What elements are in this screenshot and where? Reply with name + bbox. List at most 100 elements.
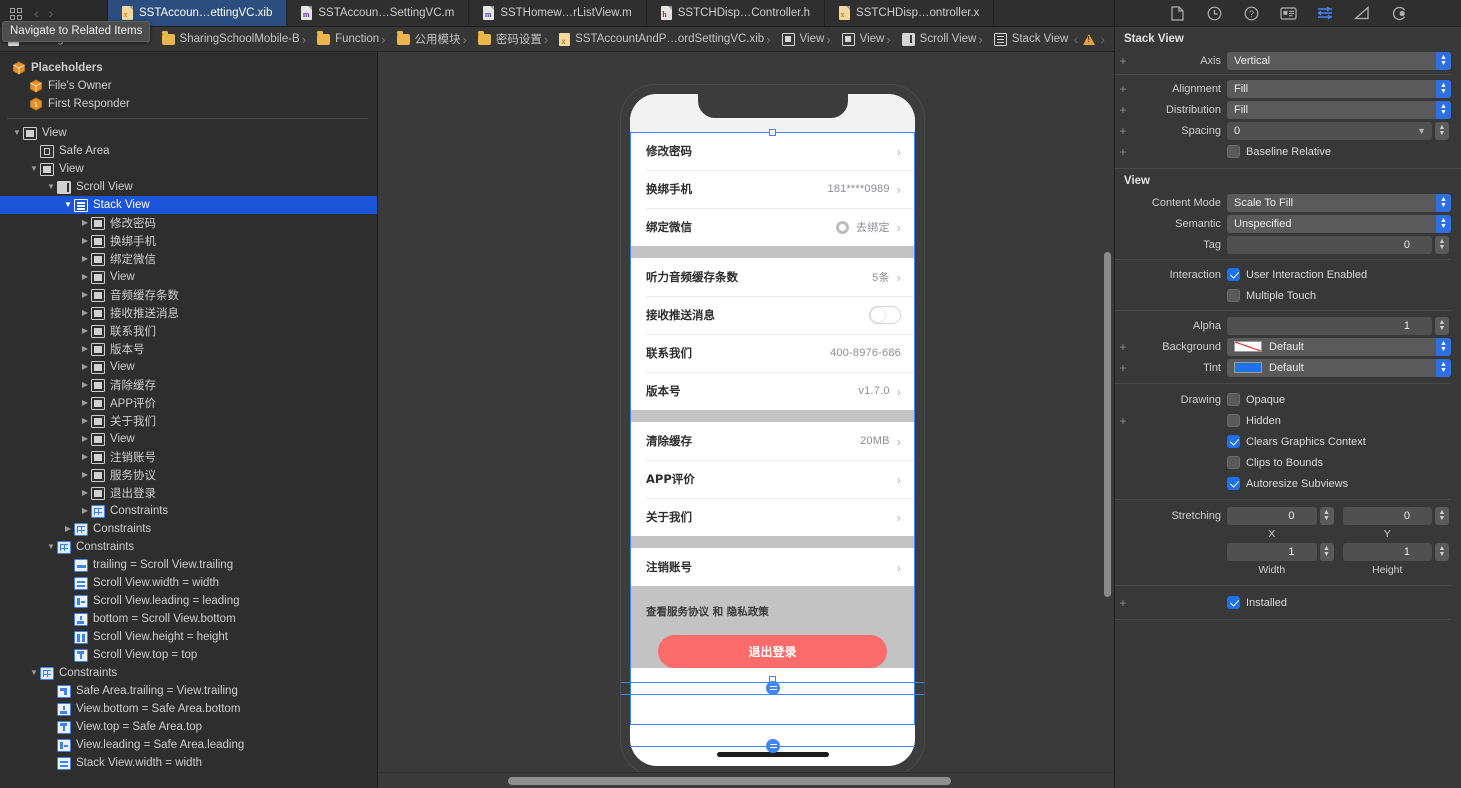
add-variation-button[interactable]: + xyxy=(1115,341,1129,353)
disclosure-right-icon[interactable]: ▶ xyxy=(79,327,91,335)
canvas-vertical-scrollbar[interactable] xyxy=(1104,252,1111,597)
user-interaction-checkbox[interactable]: User Interaction Enabled xyxy=(1227,266,1451,284)
stretch-y-input[interactable]: 0 ▲ ▼ xyxy=(1342,506,1449,525)
multiple-touch-checkbox[interactable]: Multiple Touch xyxy=(1227,287,1451,305)
outline-item-30[interactable]: ▼ Constraints xyxy=(0,664,377,682)
outline-item-22[interactable]: ▶ Constraints xyxy=(0,520,377,538)
file-inspector-icon[interactable] xyxy=(1168,5,1186,21)
list-item[interactable]: 清除缓存 20MB › xyxy=(630,422,915,460)
add-variation-button[interactable]: + xyxy=(1115,597,1129,609)
tint-color-select[interactable]: Default ▲ ▼ xyxy=(1227,358,1451,377)
outline-item-12[interactable]: ▶ 版本号 xyxy=(0,340,377,358)
disclosure-right-icon[interactable]: ▶ xyxy=(79,237,91,245)
outline-item-8[interactable]: ▶ View xyxy=(0,268,377,286)
breadcrumb-item-7[interactable]: View xyxy=(824,32,884,47)
add-variation-button[interactable]: + xyxy=(1115,83,1129,95)
breadcrumb-item-5[interactable]: SSTAccountAndP…ordSettingVC.xib xyxy=(542,32,764,47)
add-variation-button[interactable]: + xyxy=(1115,362,1129,374)
autoresize-subviews-checkbox[interactable]: Autoresize Subviews xyxy=(1227,475,1451,493)
outline-item-27[interactable]: bottom = Scroll View.bottom xyxy=(0,610,377,628)
outline-item-28[interactable]: Scroll View.height = height xyxy=(0,628,377,646)
forward-chevron-icon[interactable]: › xyxy=(49,6,54,20)
back-chevron-icon[interactable]: ‹ xyxy=(34,6,39,20)
list-item[interactable]: 联系我们 400-8976-686 xyxy=(630,334,915,372)
outline-item-16[interactable]: ▶ 关于我们 xyxy=(0,412,377,430)
stretch-height-input[interactable]: 1 ▲ ▼ xyxy=(1342,542,1449,561)
size-inspector-icon[interactable] xyxy=(1353,5,1371,21)
disclosure-right-icon[interactable]: ▶ xyxy=(79,273,91,281)
terms-text[interactable]: 查看服务协议 和 隐私政策 xyxy=(646,604,899,619)
issue-navigator-stepper[interactable]: ‹ › xyxy=(1074,32,1115,46)
outline-item-4[interactable]: ▼ Stack View xyxy=(0,196,377,214)
outline-item-24[interactable]: trailing = Scroll View.trailing xyxy=(0,556,377,574)
editor-tab-3[interactable]: h SSTCHDisp…Controller.h xyxy=(647,0,826,26)
stepper-icon[interactable]: ▲ ▼ xyxy=(1435,506,1449,525)
outline-item-31[interactable]: Safe Area.trailing = View.trailing xyxy=(0,682,377,700)
outline-item-1[interactable]: Safe Area xyxy=(0,142,377,160)
stepper-icon[interactable]: ▲ ▼ xyxy=(1319,542,1334,561)
outline-item-6[interactable]: ▶ 换绑手机 xyxy=(0,232,377,250)
outline-item-14[interactable]: ▶ 清除缓存 xyxy=(0,376,377,394)
list-item[interactable]: 听力音频缓存条数 5条 › xyxy=(630,258,915,296)
outline-item-0[interactable]: ▼ View xyxy=(0,124,377,142)
outline-item-10[interactable]: ▶ 接收推送消息 xyxy=(0,304,377,322)
breadcrumb-item-2[interactable]: Function xyxy=(300,31,379,47)
outline-item-15[interactable]: ▶ APP评价 xyxy=(0,394,377,412)
outline-item-first-responder[interactable]: 1 First Responder xyxy=(0,95,377,113)
outline-item-5[interactable]: ▶ 修改密码 xyxy=(0,214,377,232)
disclosure-right-icon[interactable]: ▶ xyxy=(79,219,91,227)
outline-item-files-owner[interactable]: File's Owner xyxy=(0,77,377,95)
disclosure-right-icon[interactable]: ▶ xyxy=(79,363,91,371)
previous-issue-icon[interactable]: ‹ xyxy=(1074,32,1079,46)
stepper-icon[interactable]: ▲ ▼ xyxy=(1319,506,1334,525)
editor-tab-1[interactable]: m SSTAccoun…SettingVC.m xyxy=(287,0,470,26)
disclosure-right-icon[interactable]: ▶ xyxy=(62,525,74,533)
list-item[interactable]: 版本号 v1.7.0 › xyxy=(630,372,915,410)
disclosure-right-icon[interactable]: ▶ xyxy=(79,417,91,425)
connections-inspector-icon[interactable] xyxy=(1390,5,1408,21)
alignment-select[interactable]: Fill ▲ ▼ xyxy=(1227,79,1451,98)
breadcrumb-item-6[interactable]: View xyxy=(764,32,824,47)
semantic-select[interactable]: Unspecified ▲ ▼ xyxy=(1227,214,1451,233)
outline-item-13[interactable]: ▶ View xyxy=(0,358,377,376)
clips-to-bounds-checkbox[interactable]: Clips to Bounds xyxy=(1227,454,1451,472)
quick-help-inspector-icon[interactable]: ? xyxy=(1242,5,1260,21)
outline-item-35[interactable]: Stack View.width = width xyxy=(0,754,377,772)
add-variation-button[interactable]: + xyxy=(1115,125,1129,137)
outline-item-34[interactable]: View.leading = Safe Area.leading xyxy=(0,736,377,754)
attributes-inspector-icon[interactable] xyxy=(1316,5,1334,21)
disclosure-right-icon[interactable]: ▶ xyxy=(79,309,91,317)
disclosure-right-icon[interactable]: ▶ xyxy=(79,471,91,479)
spacing-input[interactable]: 0 ▼ ▲ ▼ xyxy=(1227,121,1449,140)
disclosure-down-icon[interactable]: ▼ xyxy=(28,165,40,173)
installed-checkbox[interactable]: Installed xyxy=(1227,594,1451,612)
add-variation-button[interactable]: + xyxy=(1115,415,1129,427)
list-item[interactable]: 绑定微信 去绑定 › xyxy=(630,208,915,246)
logout-button[interactable]: 退出登录 xyxy=(658,635,887,668)
stretch-width-input[interactable]: 1 ▲ ▼ xyxy=(1227,542,1334,561)
list-item[interactable]: 接收推送消息 xyxy=(630,296,915,334)
interface-builder-canvas[interactable]: 修改密码 › 换绑手机 181****0989 › 绑定微信 去绑定 › 听力音频缓存条数 5条 ›… xyxy=(378,52,1114,788)
push-notification-toggle[interactable] xyxy=(869,306,901,324)
hidden-checkbox[interactable]: Hidden xyxy=(1227,412,1451,430)
disclosure-right-icon[interactable]: ▶ xyxy=(79,291,91,299)
scrollbar-thumb[interactable] xyxy=(508,777,951,785)
alpha-input[interactable]: 1 ▲ ▼ xyxy=(1227,316,1449,335)
outline-item-23[interactable]: ▼ Constraints xyxy=(0,538,377,556)
outline-item-29[interactable]: Scroll View.top = top xyxy=(0,646,377,664)
breadcrumb-item-9[interactable]: Stack View xyxy=(976,32,1068,47)
list-item[interactable]: 换绑手机 181****0989 › xyxy=(630,170,915,208)
identity-inspector-icon[interactable] xyxy=(1279,5,1297,21)
outline-item-21[interactable]: ▶ Constraints xyxy=(0,502,377,520)
add-variation-button[interactable]: + xyxy=(1115,146,1129,158)
editor-tab-4[interactable]: x SSTCHDisp…ontroller.x xyxy=(825,0,995,26)
disclosure-right-icon[interactable]: ▶ xyxy=(79,255,91,263)
list-item[interactable]: 注销账号 › xyxy=(630,548,915,586)
clears-graphics-context-checkbox[interactable]: Clears Graphics Context xyxy=(1227,433,1451,451)
stretch-x-input[interactable]: 0 ▲ ▼ xyxy=(1227,506,1334,525)
next-issue-icon[interactable]: › xyxy=(1100,32,1105,46)
breadcrumb-item-8[interactable]: Scroll View xyxy=(884,32,976,47)
list-item[interactable]: 关于我们 › xyxy=(630,498,915,536)
stepper-icon[interactable]: ▲ ▼ xyxy=(1435,542,1449,561)
related-items-icon[interactable] xyxy=(9,6,24,21)
